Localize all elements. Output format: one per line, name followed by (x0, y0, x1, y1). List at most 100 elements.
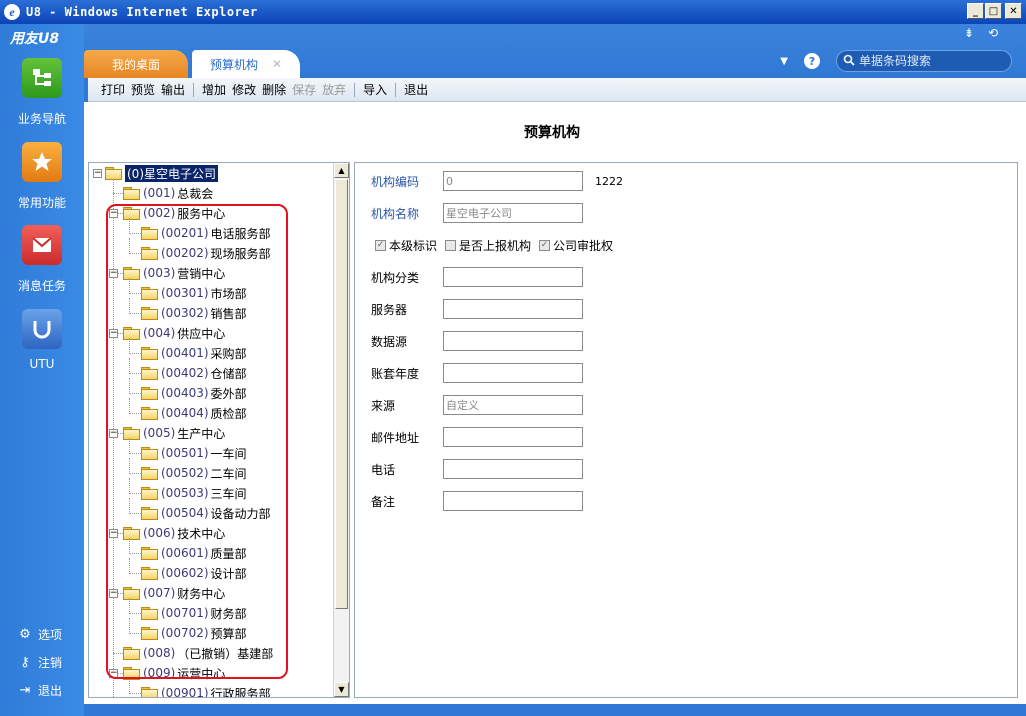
ie-logo-icon: e (4, 4, 20, 20)
print-button[interactable]: 打印 (98, 81, 128, 98)
phone-input[interactable] (443, 459, 583, 479)
tree-connector (129, 553, 141, 554)
toolbar-divider (395, 82, 397, 97)
folder-icon (141, 467, 158, 480)
org-name-input[interactable]: 星空电子公司 (443, 203, 583, 223)
tree-node[interactable]: (00601) 质量部 (141, 544, 247, 562)
tree-node[interactable]: (00302) 销售部 (141, 304, 247, 322)
exit-button[interactable]: ⇥ 退出 (18, 682, 62, 699)
node-name: 生产中心 (177, 426, 226, 441)
email-input[interactable] (443, 427, 583, 447)
tree-node[interactable]: (002) 服务中心 (123, 204, 225, 222)
tree-node[interactable]: (00602) 设计部 (141, 564, 247, 582)
logout-button[interactable]: ⚷ 注销 (18, 654, 62, 671)
tree-node[interactable]: (00502) 二车间 (141, 464, 247, 482)
collapse-toggle[interactable]: − (109, 669, 118, 678)
help-icon[interactable]: ? (804, 53, 820, 69)
chevron-down-icon[interactable]: ▼ (780, 56, 788, 67)
collapse-toggle[interactable]: − (109, 329, 118, 338)
minimize-button[interactable]: _ (967, 3, 984, 19)
collapse-toggle[interactable]: − (109, 529, 118, 538)
tab-budget-organization[interactable]: 预算机构 ✕ (192, 50, 300, 78)
tree-node[interactable]: (00901) 行政服务部 (141, 684, 271, 697)
tree-node[interactable]: (00301) 市场部 (141, 284, 247, 302)
tree-connector (129, 358, 130, 374)
checkbox-current-level[interactable]: ✓ 本级标识 (375, 237, 437, 254)
tree-root-node[interactable]: (0)星空电子公司 (105, 164, 219, 182)
save-button[interactable]: 保存 (289, 81, 319, 98)
tree-node[interactable]: (00403) 委外部 (141, 384, 247, 402)
tree-node[interactable]: (00702) 预算部 (141, 624, 247, 642)
nav-common-functions[interactable]: 常用功能 (0, 142, 84, 211)
tree-node[interactable]: (008) （已撤销）基建部 (123, 644, 273, 662)
node-code: (001) (143, 186, 176, 200)
edit-button[interactable]: 修改 (229, 81, 259, 98)
account-year-input[interactable] (443, 363, 583, 383)
tree-node[interactable]: (00402) 仓储部 (141, 364, 247, 382)
close-tab-icon[interactable]: ✕ (272, 57, 282, 71)
source-input[interactable]: 自定义 (443, 395, 583, 415)
tree-node[interactable]: (00501) 一车间 (141, 444, 247, 462)
preview-button[interactable]: 预览 (128, 81, 158, 98)
collapse-toggle[interactable]: − (109, 429, 118, 438)
organization-tree: − (0)星空电子公司 (001) 总裁会 − (002) 服务中心 (00201) 电话服… (89, 163, 333, 697)
scroll-up-arrow[interactable]: ▲ (334, 163, 349, 178)
scroll-thumb[interactable] (335, 179, 348, 609)
remarks-input[interactable] (443, 491, 583, 511)
export-button[interactable]: 输出 (158, 81, 188, 98)
node-name: 质检部 (210, 406, 247, 421)
menu-dropdown-icon[interactable]: ⇟ (964, 26, 974, 40)
close-window-button[interactable]: ✕ (1005, 3, 1022, 19)
tree-scrollbar[interactable]: ▲ ▼ (333, 163, 349, 697)
tree-node[interactable]: (007) 财务中心 (123, 584, 225, 602)
quit-button[interactable]: 退出 (401, 81, 431, 98)
folder-icon (123, 187, 140, 200)
checkbox-checked-icon: ✓ (539, 240, 551, 251)
tree-node[interactable]: (00701) 财务部 (141, 604, 247, 622)
checkbox-company-approval[interactable]: ✓ 公司审批权 (539, 237, 613, 254)
exit-label: 退出 (38, 684, 63, 698)
tab-my-desktop[interactable]: 我的桌面 (84, 50, 188, 78)
import-button[interactable]: 导入 (360, 81, 390, 98)
folder-icon (123, 327, 140, 340)
org-code-input[interactable]: 0 (443, 171, 583, 191)
nav-utu[interactable]: UTU (0, 309, 84, 371)
discard-button[interactable]: 放弃 (319, 81, 349, 98)
tree-node[interactable]: (00504) 设备动力部 (141, 504, 271, 522)
server-input[interactable] (443, 299, 583, 319)
tree-node[interactable]: (004) 供应中心 (123, 324, 225, 342)
options-button[interactable]: ⚙ 选项 (18, 626, 62, 643)
field-label: 账套年度 (371, 366, 420, 381)
tree-node[interactable]: (00201) 电话服务部 (141, 224, 271, 242)
node-code: (00201) (161, 226, 209, 240)
org-category-input[interactable] (443, 267, 583, 287)
tree-node[interactable]: (006) 技术中心 (123, 524, 225, 542)
tree-node[interactable]: (009) 运营中心 (123, 664, 225, 682)
data-source-input[interactable] (443, 331, 583, 351)
barcode-search-box[interactable] (836, 50, 1012, 72)
nav-message-tasks[interactable]: 消息任务 (0, 225, 84, 294)
tree-node[interactable]: (001) 总裁会 (123, 184, 213, 202)
collapse-toggle[interactable]: − (109, 269, 118, 278)
tree-node[interactable]: (00401) 采购部 (141, 344, 247, 362)
node-code: (00602) (161, 566, 209, 580)
add-button[interactable]: 增加 (199, 81, 229, 98)
scroll-down-arrow[interactable]: ▼ (334, 682, 349, 697)
tree-node[interactable]: (00503) 三车间 (141, 484, 247, 502)
folder-icon (141, 227, 158, 240)
checkbox-report-org[interactable]: 是否上报机构 (445, 237, 531, 254)
refresh-icon[interactable]: ⟲ (988, 26, 998, 40)
tree-node[interactable]: (005) 生产中心 (123, 424, 225, 442)
node-code: (006) (143, 526, 176, 540)
collapse-toggle[interactable]: − (93, 169, 102, 178)
tree-node[interactable]: (00202) 现场服务部 (141, 244, 271, 262)
node-code: (00503) (161, 486, 209, 500)
maximize-button[interactable]: □ (985, 3, 1002, 19)
delete-button[interactable]: 删除 (259, 81, 289, 98)
tree-node[interactable]: (003) 营销中心 (123, 264, 225, 282)
collapse-toggle[interactable]: − (109, 209, 118, 218)
collapse-toggle[interactable]: − (109, 589, 118, 598)
nav-business-navigation[interactable]: 业务导航 (0, 58, 84, 127)
tree-node[interactable]: (00404) 质检部 (141, 404, 247, 422)
search-input[interactable] (859, 54, 999, 68)
